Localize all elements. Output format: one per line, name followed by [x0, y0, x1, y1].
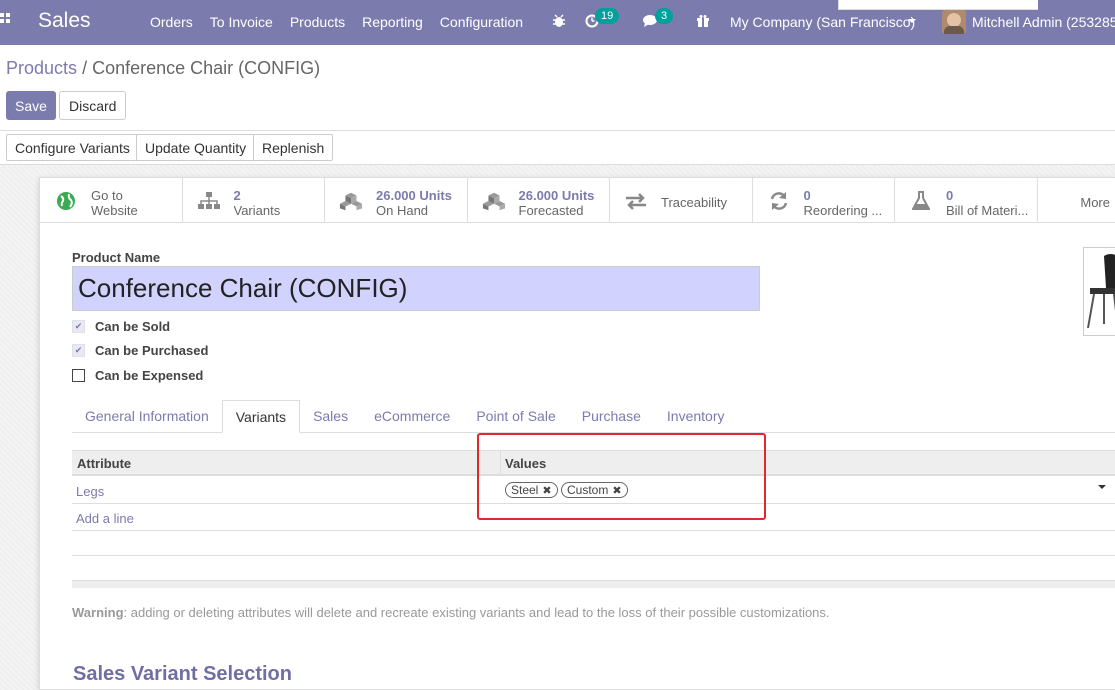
smart-traceability[interactable]: Traceability [610, 178, 753, 223]
tab-general-information[interactable]: General Information [72, 400, 222, 433]
tab-inventory[interactable]: Inventory [654, 400, 738, 433]
smart-reordering[interactable]: 0 Reordering ... [753, 178, 895, 223]
breadcrumb-separator: / [82, 58, 88, 78]
smart-line1: 26.000 Units [376, 188, 452, 203]
smart-line2: Reordering ... [803, 203, 883, 218]
breadcrumb-parent[interactable]: Products [6, 58, 77, 78]
globe-icon [54, 190, 78, 212]
column-attribute[interactable]: Attribute [77, 456, 131, 471]
smart-line1: 26.000 Units [518, 188, 595, 203]
can-be-sold-label: Can be Sold [95, 319, 171, 334]
tab-point-of-sale[interactable]: Point of Sale [463, 400, 568, 433]
divider [0, 130, 1115, 131]
refresh-icon [767, 190, 791, 212]
sitemap-icon [197, 190, 221, 212]
smart-more-button[interactable]: More [1080, 195, 1110, 210]
product-name-input[interactable]: Conference Chair (CONFIG) [72, 266, 760, 311]
warning-text: : adding or deleting attributes will del… [123, 605, 830, 620]
app-brand[interactable]: Sales [38, 9, 91, 33]
dropdown-edge [838, 0, 1038, 10]
menu-products[interactable]: Products [290, 14, 345, 30]
smart-line2: Variants [233, 203, 281, 218]
replenish-button[interactable]: Replenish [253, 134, 334, 161]
flask-icon [909, 190, 933, 212]
smart-on-hand[interactable]: 26.000 Units On Hand [325, 178, 468, 223]
section-title: Sales Variant Selection [73, 663, 292, 685]
warning-label: Warning [72, 605, 124, 620]
tab-variants[interactable]: Variants [221, 400, 301, 433]
main-menu: Orders To Invoice Products Reporting Con… [150, 14, 540, 30]
cubes-icon [482, 190, 506, 212]
smart-buttons: Go to Website 2 Variants 26.000 Units On… [40, 178, 1115, 223]
bug-icon[interactable] [552, 14, 566, 28]
smart-line2: Forecasted [518, 203, 584, 218]
can-be-sold-row: ✔ Can be Sold [72, 319, 170, 334]
can-be-sold-checkbox[interactable]: ✔ [72, 320, 85, 333]
form-sheet: Go to Website 2 Variants 26.000 Units On… [39, 177, 1115, 690]
smart-forecasted[interactable]: 26.000 Units Forecasted [468, 178, 610, 223]
avatar[interactable] [942, 10, 966, 34]
smart-line1: 0 [803, 188, 811, 203]
add-line-link[interactable]: Add a line [76, 511, 134, 526]
smart-variants[interactable]: 2 Variants [183, 178, 325, 223]
empty-row [72, 531, 1115, 556]
menu-configuration[interactable]: Configuration [440, 14, 523, 30]
smart-line1: 2 [233, 188, 241, 203]
highlight-box [477, 433, 766, 520]
update-quantity-button[interactable]: Update Quantity [136, 134, 256, 161]
activity-badge: 19 [595, 8, 620, 24]
cubes-icon [339, 190, 363, 212]
can-be-expensed-row: Can be Expensed [72, 368, 203, 383]
smart-label: Traceability [661, 195, 727, 210]
configure-variants-button[interactable]: Configure Variants [6, 134, 139, 161]
gift-icon[interactable] [696, 14, 710, 28]
company-switcher[interactable]: My Company (San Francisco) [730, 14, 915, 30]
exchange-icon [624, 190, 648, 212]
smart-line2: On Hand [376, 203, 429, 218]
message-badge: 3 [655, 8, 674, 24]
table-footer-separator [72, 580, 1115, 588]
can-be-purchased-label: Can be Purchased [95, 343, 209, 358]
smart-go-to-website[interactable]: Go to Website [40, 178, 183, 223]
breadcrumb: Products / Conference Chair (CONFIG) [6, 58, 320, 79]
smart-line2: Bill of Materi... [946, 203, 1029, 218]
attribute-cell[interactable]: Legs [76, 484, 104, 499]
user-menu[interactable]: Mitchell Admin (2532852 [972, 14, 1115, 30]
smart-bill-of-materials[interactable]: 0 Bill of Materi... [895, 178, 1038, 223]
tab-purchase[interactable]: Purchase [569, 400, 654, 433]
can-be-expensed-checkbox[interactable] [72, 369, 85, 382]
menu-reporting[interactable]: Reporting [362, 14, 423, 30]
smart-line1: Go to [91, 188, 123, 203]
discard-button[interactable]: Discard [59, 91, 127, 120]
smart-line2: Website [91, 203, 138, 218]
tab-sales[interactable]: Sales [300, 400, 361, 433]
chevron-down-icon[interactable] [908, 19, 916, 23]
menu-to-invoice[interactable]: To Invoice [210, 14, 273, 30]
product-image[interactable] [1083, 247, 1115, 336]
can-be-purchased-checkbox[interactable]: ✔ [72, 344, 85, 357]
variants-warning: Warning: adding or deleting attributes w… [72, 605, 830, 620]
apps-grid-icon[interactable] [0, 13, 14, 29]
save-button[interactable]: Save [6, 91, 56, 120]
caret-down-icon[interactable] [1098, 485, 1106, 489]
form-tabs: General Information Variants Sales eComm… [72, 400, 1115, 433]
can-be-expensed-label: Can be Expensed [95, 368, 204, 383]
tab-ecommerce[interactable]: eCommerce [361, 400, 463, 433]
smart-line1: 0 [946, 188, 954, 203]
breadcrumb-current: Conference Chair (CONFIG) [92, 58, 321, 78]
menu-orders[interactable]: Orders [150, 14, 193, 30]
can-be-purchased-row: ✔ Can be Purchased [72, 343, 208, 358]
product-name-label: Product Name [72, 250, 161, 265]
